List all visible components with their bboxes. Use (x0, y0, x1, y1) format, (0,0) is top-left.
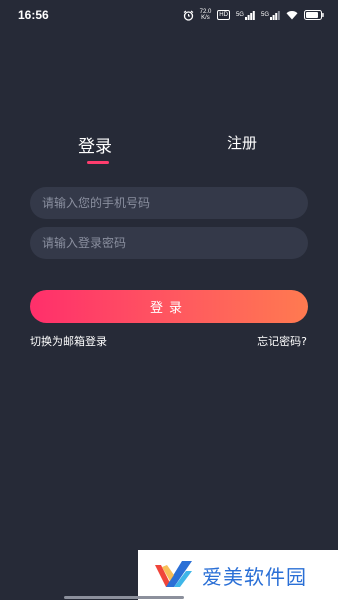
net-speed-indicator: 72.0 K/s (200, 9, 212, 21)
status-time: 16:56 (18, 8, 49, 22)
forgot-password-link[interactable]: 忘记密码? (257, 333, 307, 349)
watermark: 爱美软件园 (138, 550, 338, 600)
watermark-text: 爱美软件园 (202, 564, 307, 589)
auth-tabs: 登录 注册 (0, 132, 338, 172)
battery-icon (304, 10, 324, 20)
switch-email-login-link[interactable]: 切换为邮箱登录 (30, 333, 107, 349)
tab-login[interactable]: 登录 (78, 132, 112, 157)
active-tab-indicator (87, 161, 109, 164)
password-input[interactable] (30, 227, 308, 259)
hd-icon: HD (217, 10, 230, 20)
signal-5g-icon: 5G (235, 10, 255, 20)
signal2-label: 5G (260, 12, 269, 18)
wifi-icon (286, 10, 298, 20)
login-button[interactable]: 登录 (30, 290, 308, 323)
net-speed-unit: K/s (201, 15, 210, 21)
signal-5g-second-icon: 5G (260, 10, 280, 20)
hd-label: HD (219, 12, 228, 18)
alarm-icon (183, 10, 194, 21)
tab-register[interactable]: 注册 (227, 132, 257, 153)
home-indicator-bar (64, 596, 184, 599)
watermark-logo-icon (155, 561, 192, 587)
status-bar: 16:56 72.0 K/s HD 5G 5G (0, 0, 338, 30)
phone-input[interactable] (30, 187, 308, 219)
status-icons: 72.0 K/s HD 5G 5G (183, 8, 324, 22)
signal1-label: 5G (235, 12, 244, 18)
